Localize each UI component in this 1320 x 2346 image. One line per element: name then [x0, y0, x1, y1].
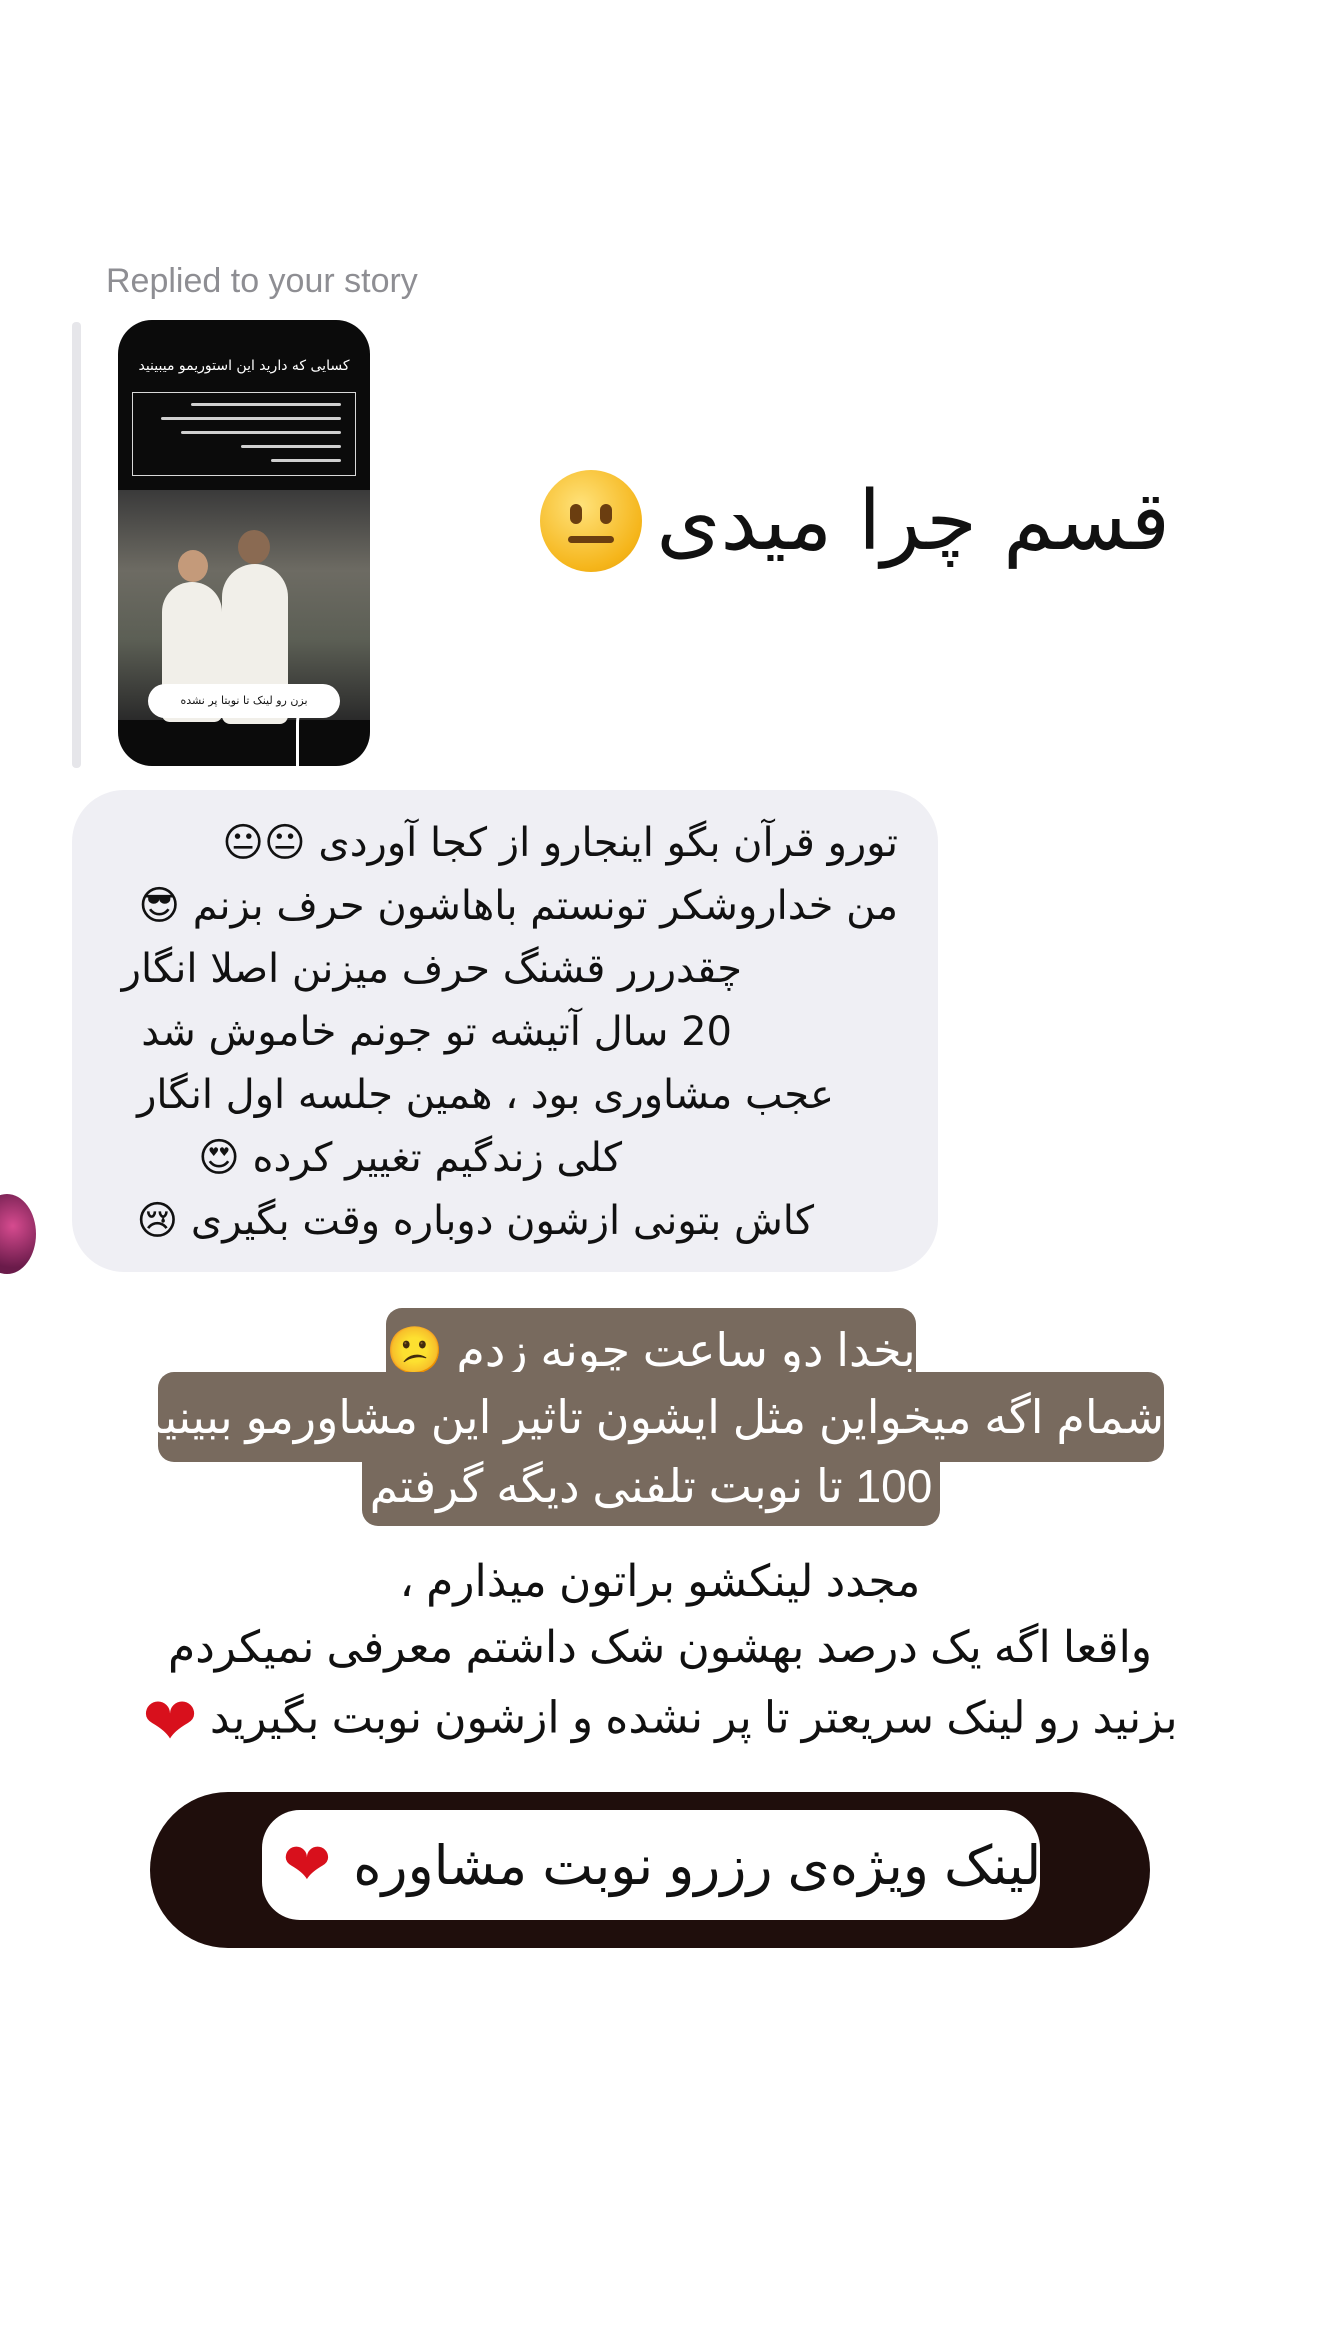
reaction-text: قسم چرا میدی	[540, 470, 1170, 572]
heart-icon: ❤	[282, 1832, 332, 1897]
message-line: 20 سال آتیشه تو جونم خاموش شد	[141, 1009, 732, 1055]
message-line: کاش بتونی ازشون دوباره وقت بگیری 😢	[136, 1198, 814, 1244]
sender-avatar[interactable]	[0, 1194, 36, 1274]
note-line-3-row: بزنید رو لینک سریعتر تا پر نشده و ازشون …	[0, 1688, 1320, 1754]
message-line: من خداروشکر تونستم باهاشون حرف بزنم 😎	[138, 883, 898, 929]
neutral-face-icon	[540, 470, 643, 572]
text-line	[161, 417, 341, 420]
person-head	[238, 530, 270, 564]
note-line-3: بزنید رو لینک سریعتر تا پر نشده و ازشون …	[209, 1693, 1178, 1743]
message-line: تورو قرآن بگو اینجارو از کجا آوردی 😐😐	[222, 820, 898, 866]
replied-to-story-label: Replied to your story	[106, 262, 418, 300]
text-line	[191, 403, 341, 406]
story-thumbnail-text-box	[132, 392, 356, 476]
story-thumbnail-title: کسایی که دارید این استوریمو میبینید	[138, 358, 350, 374]
message-line: چقدررر قشنگ حرف میزنن اصلا انگار	[121, 946, 742, 992]
note-line-2: واقعا اگه یک درصد بهشون شک داشتم معرفی ن…	[167, 1623, 1153, 1672]
reply-quote-bar	[72, 322, 81, 768]
link-sticker-label: لینک ویژه‌ی رزرو نوبت مشاوره	[353, 1835, 1042, 1896]
link-sticker[interactable]: لینک ویژه‌ی رزرو نوبت مشاوره ❤	[150, 1792, 1150, 1948]
person-head	[178, 550, 208, 582]
link-sticker-button[interactable]: لینک ویژه‌ی رزرو نوبت مشاوره ❤	[262, 1810, 1042, 1920]
text-line	[271, 459, 341, 462]
story-thumbnail[interactable]: کسایی که دارید این استوریمو میبینید بزن …	[118, 320, 370, 766]
reaction-label: قسم چرا میدی	[656, 473, 1170, 569]
message-bubble[interactable]: تورو قرآن بگو اینجارو از کجا آوردی 😐😐 من…	[72, 790, 938, 1272]
caption-row-3: 100 تا نوبت تلفنی دیگه گرفتم	[362, 1446, 940, 1526]
message-line: عجب مشاوری بود ، همین جلسه اول انگار	[137, 1072, 834, 1118]
note-line-1: مجدد لینکشو براتون میذارم ،	[399, 1557, 921, 1606]
text-line	[241, 445, 341, 448]
story-thumbnail-link-pill: بزن رو لینک تا نوبتا پر نشده	[148, 684, 340, 718]
text-line	[181, 431, 341, 434]
heart-icon: ❤	[142, 1684, 198, 1758]
message-line: کلی زندگیم تغییر کرده 😍	[198, 1135, 622, 1181]
